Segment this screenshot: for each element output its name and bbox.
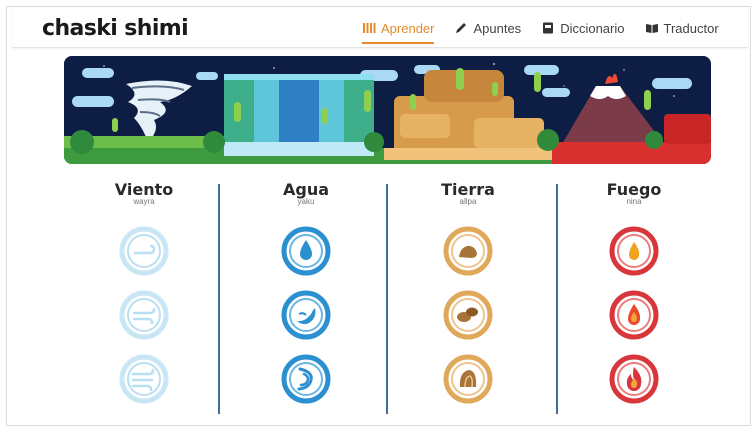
nav-traductor[interactable]: Traductor bbox=[635, 8, 729, 48]
column-divider bbox=[218, 184, 220, 414]
rock-icon[interactable] bbox=[443, 226, 493, 276]
nav-aprender[interactable]: Aprender bbox=[352, 8, 444, 48]
nav-diccionario[interactable]: Diccionario bbox=[531, 8, 634, 48]
wind-level-2-icon[interactable] bbox=[119, 290, 169, 340]
flame-large-icon[interactable] bbox=[609, 354, 659, 404]
book-icon bbox=[543, 22, 554, 34]
elements-banner bbox=[64, 56, 711, 164]
mountain-rock-icon[interactable] bbox=[443, 354, 493, 404]
elements-grid: Viento wayra Agua yaku Tierra allpa Fueg… bbox=[64, 178, 711, 418]
nav-apuntes-label: Apuntes bbox=[473, 20, 522, 36]
wind-level-1-icon[interactable] bbox=[119, 226, 169, 276]
waterfall-icon bbox=[224, 74, 374, 156]
app-logo[interactable]: chaski shimi bbox=[42, 16, 189, 41]
element-column-fire: Fuego nina bbox=[554, 178, 714, 418]
elements-illustration bbox=[64, 56, 711, 164]
element-subtitle: allpa bbox=[459, 197, 477, 206]
nav-apuntes[interactable]: Apuntes bbox=[444, 8, 531, 48]
water-wave-icon[interactable] bbox=[281, 290, 331, 340]
nav-diccionario-label: Diccionario bbox=[560, 20, 625, 36]
flame-medium-icon[interactable] bbox=[609, 290, 659, 340]
flame-small-icon[interactable] bbox=[609, 226, 659, 276]
wind-level-3-icon[interactable] bbox=[119, 354, 169, 404]
rocks-icon[interactable] bbox=[443, 290, 493, 340]
water-drop-icon[interactable] bbox=[281, 226, 331, 276]
element-subtitle: wayra bbox=[133, 197, 155, 206]
bars-icon bbox=[363, 23, 376, 33]
water-swirl-icon[interactable] bbox=[281, 354, 331, 404]
top-navbar: chaski shimi Aprender Apuntes Diccionari… bbox=[12, 8, 748, 48]
nav-aprender-label: Aprender bbox=[381, 20, 435, 36]
open-book-icon bbox=[645, 24, 658, 33]
main-nav: Aprender Apuntes Diccionario Traductor bbox=[352, 8, 729, 48]
nav-traductor-label: Traductor bbox=[663, 20, 719, 36]
element-column-earth: Tierra allpa bbox=[388, 178, 548, 418]
pencil-icon bbox=[456, 23, 467, 33]
element-subtitle: yaku bbox=[297, 197, 315, 206]
element-column-wind: Viento wayra bbox=[64, 178, 224, 418]
element-subtitle: nina bbox=[626, 197, 642, 206]
element-column-water: Agua yaku bbox=[226, 178, 386, 418]
